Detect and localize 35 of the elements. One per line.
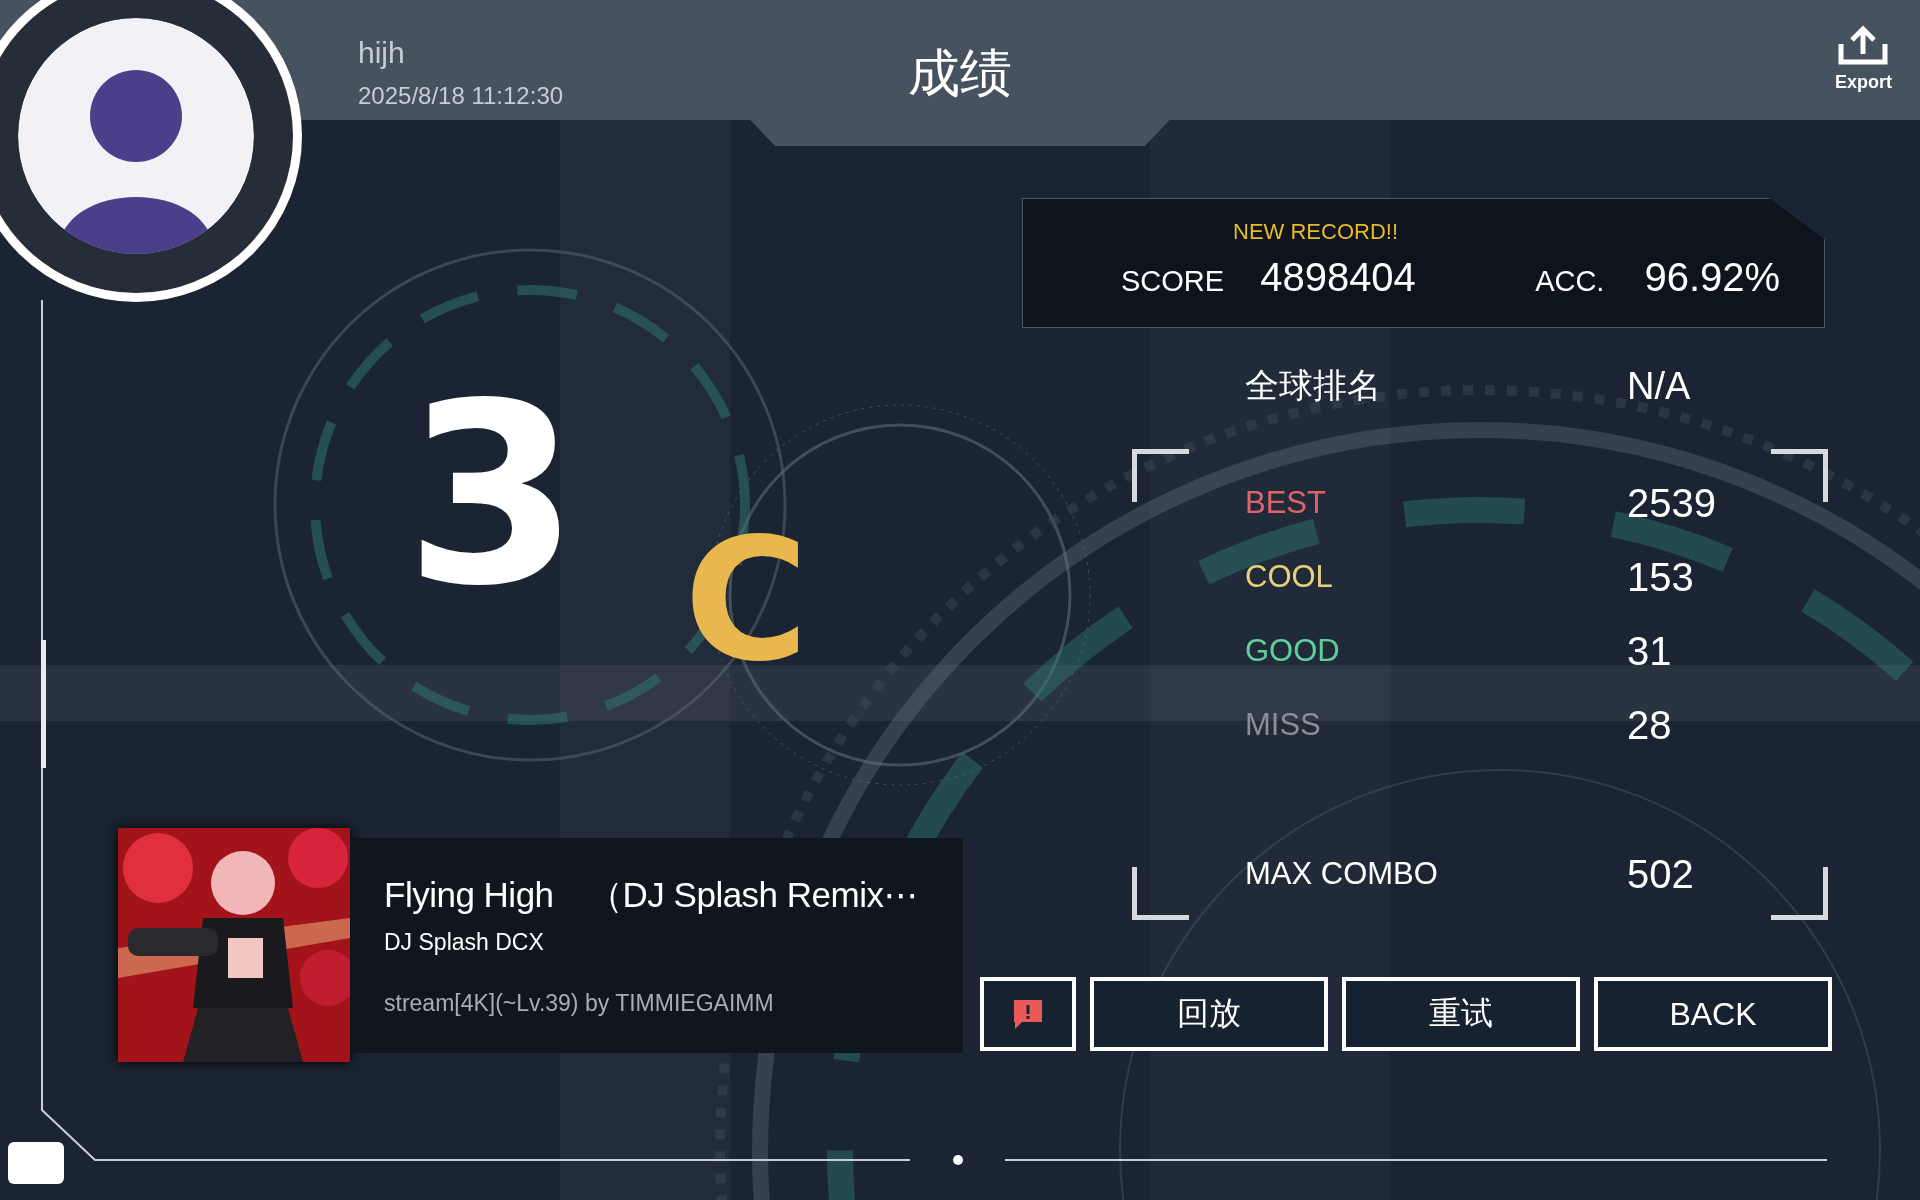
judgement-count: 28 [1627, 702, 1672, 748]
global-rank-value: N/A [1627, 364, 1691, 408]
frame-corner [1771, 449, 1828, 502]
song-title: Flying High （DJ Splash Remix⋯ [384, 873, 919, 916]
judgement-label: GOOD [1245, 633, 1341, 669]
frame-corner [1771, 867, 1828, 920]
alert-bubble-icon [1011, 997, 1045, 1031]
frame-corner [1132, 867, 1189, 920]
score-label: SCORE [1121, 265, 1225, 298]
max-combo-value: 502 [1627, 851, 1694, 897]
export-button[interactable]: Export [1835, 24, 1892, 93]
accuracy-value: 96.92% [1644, 255, 1781, 300]
chart-info: stream[4K](~Lv.39) by TIMMIEGAIMM [384, 989, 775, 1017]
report-button[interactable] [980, 977, 1076, 1051]
max-combo-label: MAX COMBO [1245, 856, 1439, 892]
judgement-label: MISS [1245, 707, 1322, 743]
date-time: 2025/8/18 11:12:30 [358, 82, 565, 110]
action-button[interactable]: BACK [1594, 977, 1832, 1051]
frame-corner [1132, 449, 1189, 502]
judgement-count: 2539 [1627, 480, 1716, 526]
rank-grade: 3 [405, 370, 579, 620]
score-value: 4898404 [1260, 255, 1417, 300]
new-record-label: NEW RECORD!! [1233, 219, 1399, 245]
page-title: 成绩 [908, 43, 1012, 104]
judgement-count: 31 [1627, 628, 1672, 674]
action-button[interactable]: 重试 [1342, 977, 1580, 1051]
artist-name: DJ Splash DCX [384, 928, 545, 956]
judgement-label: COOL [1245, 559, 1334, 595]
username: hijh [358, 36, 406, 70]
action-button[interactable]: 回放 [1090, 977, 1328, 1051]
judgement-label: BEST [1245, 485, 1327, 521]
judgement-count: 153 [1627, 554, 1694, 600]
accuracy-label: ACC. [1535, 265, 1605, 298]
global-rank-label: 全球排名 [1245, 365, 1382, 406]
rank-sub-grade: C [683, 515, 809, 685]
